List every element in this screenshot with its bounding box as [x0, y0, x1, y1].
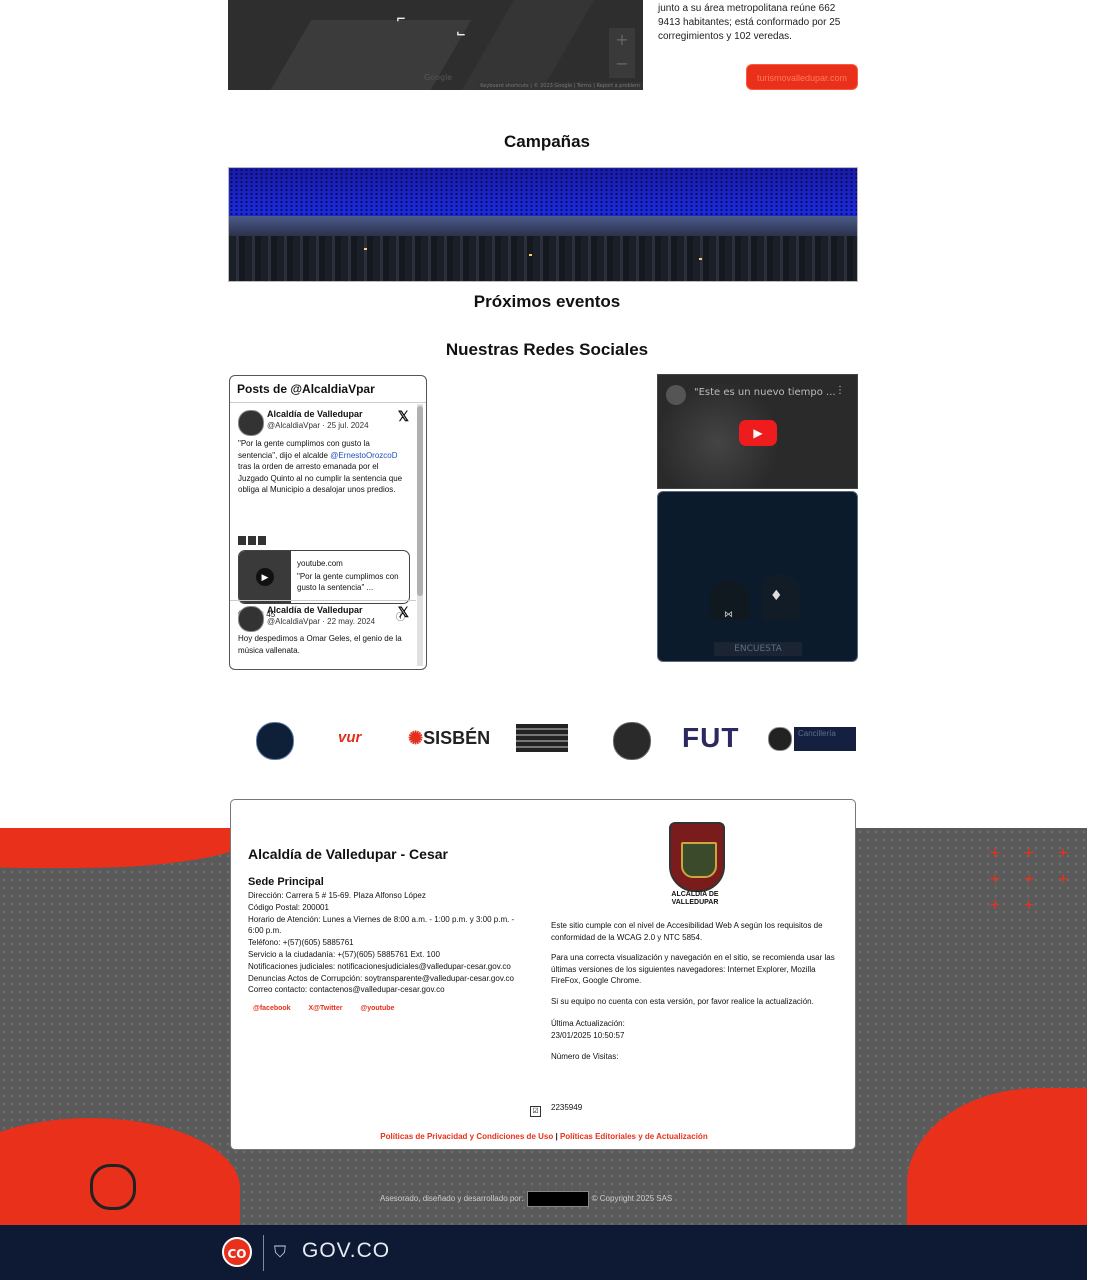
alcaldia-crest-logo — [669, 822, 725, 892]
footer-org-title: Alcaldía de Valledupar - Cesar — [248, 846, 448, 862]
card-domain: youtube.com — [297, 559, 343, 568]
judicial-email-line[interactable]: Notificaciones judiciales: notificacione… — [248, 961, 528, 973]
x-logo-icon[interactable]: 𝕏 — [398, 604, 409, 621]
tie-icon: ♦ — [770, 588, 783, 604]
google-logo: Google — [424, 73, 453, 82]
play-icon[interactable]: ▶ — [256, 568, 274, 586]
card-title: "Por la gente cumplimos con gusto la sen… — [297, 572, 399, 592]
youtube-play-button[interactable]: ▶ — [739, 420, 777, 446]
footer-info-card: Alcaldía de Valledupar - Cesar Sede Prin… — [230, 799, 856, 1150]
video-title[interactable]: "Este es un nuevo tiempo ... — [694, 387, 836, 398]
editorial-policy-link[interactable]: Políticas Editoriales y de Actualización — [560, 1132, 708, 1141]
twitter-timeline-header[interactable]: Posts de @AlcaldiaVpar — [230, 376, 426, 403]
footer-sede-heading: Sede Principal — [248, 876, 324, 888]
developer-logo[interactable] — [526, 1191, 589, 1207]
partner-logo[interactable] — [516, 724, 568, 752]
checkbox-icon[interactable]: ☑ — [530, 1106, 541, 1117]
footer-policy-links: Políticas de Privacidad y Condiciones de… — [380, 1132, 708, 1141]
avatar[interactable] — [238, 606, 264, 632]
social-heading: Nuestras Redes Sociales — [445, 340, 649, 359]
police-seal-logo[interactable] — [613, 722, 651, 760]
tweet-handle-date[interactable]: @AlcaldiaVpar · 22 may. 2024 — [267, 617, 375, 626]
tweet-mention-link[interactable]: @ErnestoOrozcoD — [330, 451, 397, 460]
fut-logo[interactable]: FUT — [682, 720, 762, 756]
video-thumbnail[interactable]: ▶ — [239, 551, 291, 603]
visits-counter: 2235949 — [551, 1103, 583, 1112]
service-line: Servicio a la ciudadanía: +(57)(605) 588… — [248, 949, 440, 959]
tweet-text: "Por la gente cumplimos con gusto la sen… — [238, 439, 403, 494]
embedded-map[interactable]: ⌐ ⌙ + − Google Keyboard shortcuts | © 20… — [228, 0, 643, 90]
gov-co-link[interactable]: GOV.CO — [302, 1239, 390, 1263]
campaigns-heading: Campañas — [504, 132, 590, 151]
link-preview-card[interactable]: ▶ youtube.com "Por la gente cumplimos co… — [238, 550, 410, 604]
last-update-value: 23/01/2025 10:50:57 — [551, 1031, 625, 1040]
contact-email-line[interactable]: Correo contacto: contactenos@valledupar-… — [248, 984, 528, 996]
zoom-out-button[interactable]: − — [609, 52, 635, 76]
twitter-timeline[interactable]: Posts de @AlcaldiaVpar Alcaldía de Valle… — [229, 375, 427, 670]
footer-contact-lines: Dirección: Carrera 5 # 15-69. Plaza Alfo… — [248, 890, 528, 996]
government-seal-logo[interactable] — [256, 722, 294, 760]
postal-code-line: Código Postal: 200001 — [248, 902, 329, 912]
map-attribution[interactable]: Keyboard shortcuts | © 2023 Google | Ter… — [477, 82, 643, 90]
tweet-handle-date[interactable]: @AlcaldiaVpar · 25 jul. 2024 — [267, 421, 369, 430]
campaign-banner[interactable] — [228, 167, 858, 282]
emoji-flags-icon — [238, 532, 266, 550]
events-heading: Próximos eventos — [473, 292, 621, 311]
more-options-icon[interactable]: ⋮ — [835, 385, 845, 396]
tweet-text: Hoy despedimos a Omar Geles, el genio de… — [238, 634, 402, 655]
cancilleria-logo[interactable]: Cancillería — [768, 727, 856, 751]
privacy-policy-link[interactable]: Políticas de Privacidad y Condiciones de… — [380, 1132, 553, 1141]
co-logo[interactable]: CO — [222, 1237, 252, 1267]
tweet-author[interactable]: Alcaldía de Valledupar — [267, 409, 363, 419]
update-note: Si su equipo no cuenta con esta versión,… — [551, 997, 814, 1006]
visits-label: Número de Visitas: — [551, 1052, 619, 1061]
twitter-link[interactable]: X@Twitter — [309, 1005, 343, 1012]
footer-social-links: @facebook X@Twitter @youtube — [253, 1005, 410, 1012]
map-marker: ⌐ — [396, 12, 407, 26]
hours-line: Horario de Atención: Lunes a Viernes de … — [248, 914, 515, 936]
survey-banner[interactable]: ⋈ ♦ ENCUESTA — [657, 491, 858, 662]
corruption-email-line[interactable]: Denuncias Actos de Corrupción: soytransp… — [248, 973, 528, 985]
youtube-embed[interactable]: "Este es un nuevo tiempo ... ⋮ ▶ — [657, 374, 858, 489]
accessibility-text: Este sitio cumple con el nivel de Accesi… — [551, 921, 823, 942]
map-marker: ⌙ — [456, 26, 467, 40]
tweet-item[interactable]: Alcaldía de Valledupar @AlcaldiaVpar · 2… — [230, 404, 417, 622]
shield-icon: ⛉ — [274, 1242, 287, 1261]
map-zoom-controls[interactable]: + − — [609, 28, 635, 78]
last-update-label: Última Actualización: — [551, 1019, 625, 1028]
facebook-link[interactable]: @facebook — [253, 1005, 291, 1012]
gov-co-bar: CO ⛉ GOV.CO — [0, 1225, 1087, 1280]
bowtie-icon: ⋈ — [724, 610, 733, 620]
address-line: Dirección: Carrera 5 # 15-69. Plaza Alfo… — [248, 891, 426, 900]
phone-line: Teléfono: +(57)(605) 5885761 — [248, 938, 354, 948]
developer-credit: Asesorado, diseñado y desarrollado por: ©… — [380, 1191, 672, 1207]
avatar[interactable] — [238, 410, 264, 436]
tweet-item[interactable]: Alcaldía de Valledupar @AlcaldiaVpar · 2… — [230, 600, 417, 669]
crest-caption: ALCALDÍA DE VALLEDUPAR — [671, 891, 719, 906]
channel-avatar[interactable] — [666, 385, 686, 405]
survey-label[interactable]: ENCUESTA — [714, 642, 802, 656]
city-description: junto a su área metropolitana reúne 662 … — [658, 3, 841, 42]
zoom-in-button[interactable]: + — [609, 28, 635, 52]
vur-logo[interactable]: vur — [338, 720, 390, 756]
sisben-logo[interactable]: ✺SISBÉN — [408, 720, 500, 756]
x-logo-icon[interactable]: 𝕏 — [398, 408, 409, 425]
tweet-author[interactable]: Alcaldía de Valledupar — [267, 605, 363, 615]
turismo-button[interactable]: turismovalledupar.com — [746, 64, 858, 90]
browsers-text: Para una correcta visualización y navega… — [551, 953, 835, 985]
youtube-link[interactable]: @youtube — [360, 1005, 394, 1012]
timeline-scrollbar[interactable] — [417, 404, 423, 666]
